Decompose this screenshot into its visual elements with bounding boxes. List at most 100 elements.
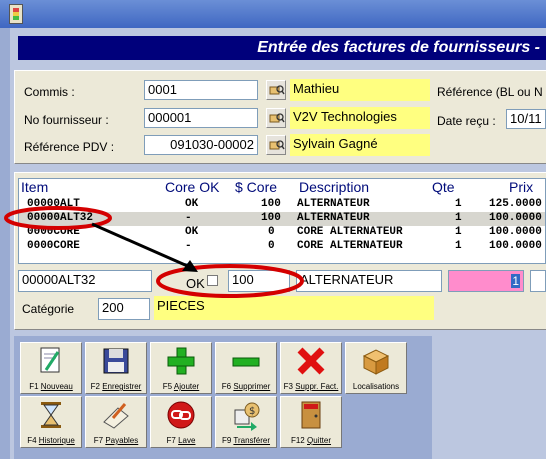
description-cell: CORE ALTERNATEUR [297,240,403,252]
toolbar-key: F5 [162,382,173,391]
edit-qte-value: 1 [511,274,520,288]
item-cell: 0000CORE [27,226,80,238]
core-cell: 0 [268,226,275,238]
table-row[interactable]: 0000CORE - 0 CORE ALTERNATEUR 1 100.0000 [19,240,545,254]
nouveau-button[interactable]: F1 Nouveau [20,342,82,394]
prix-cell: 100.0000 [489,212,542,224]
toolbar-label: Quitter [307,436,332,445]
item-cell: 00000ALT32 [27,212,94,224]
edit-prix-input[interactable] [530,270,546,292]
qte-cell: 1 [455,198,462,210]
core-ok-cell: - [185,212,192,224]
historique-button[interactable]: F4 Historique [20,396,82,448]
reference-label: Référence (BL ou N [437,85,543,99]
edit-core-ok-label: OK [186,276,205,291]
commis-input[interactable]: 0001 [144,80,258,100]
column-header-core[interactable]: $ Core [235,179,277,195]
core-ok-cell: - [185,240,192,252]
description-cell: ALTERNATEUR [297,198,370,210]
pen-paper-icon [103,403,129,429]
payables-button[interactable]: F7 Payables [85,396,147,448]
table-row[interactable]: 0000CORE OK 0 CORE ALTERNATEUR 1 100.000… [19,226,545,240]
edit-item-input[interactable]: 00000ALT32 [18,270,152,292]
toolbar-label: Localisations [352,382,400,391]
column-header-prix[interactable]: Prix [509,179,533,195]
item-cell: 0000CORE [27,240,80,252]
fournisseur-name: V2V Technologies [290,107,430,129]
transfer-icon: $ [234,402,260,431]
toolbar-label: Lave [178,436,196,445]
ref-pdv-name: Sylvain Gagné [290,134,430,156]
app-icon[interactable] [9,4,23,24]
fournisseur-label: No fournisseur : [24,113,109,127]
qte-cell: 1 [455,226,462,238]
column-header-core-ok[interactable]: Core OK [165,179,219,195]
core-ok-checkbox[interactable] [207,275,218,286]
plus-icon [167,347,195,375]
document-pen-icon [40,347,60,373]
items-grid[interactable]: Item Core OK $ Core Description Qte Prix… [18,178,546,264]
floppy-disk-icon [103,348,129,374]
date-recu-label: Date reçu : [437,114,496,128]
description-cell: CORE ALTERNATEUR [297,226,403,238]
toolbar-label: Payables [105,436,139,445]
core-cell: 100 [261,198,281,210]
edit-qte-input[interactable]: 1 [448,270,524,292]
column-header-item[interactable]: Item [21,179,48,195]
ref-pdv-input[interactable]: 091030-00002 [144,135,258,155]
exit-door-icon [301,401,321,429]
table-row-selected[interactable]: 00000ALT32 - 100 ALTERNATEUR 1 100.0000 [19,212,545,226]
window-frame-left [0,28,10,459]
fournisseur-input[interactable]: 000001 [144,108,258,128]
toolbar-key: F3 [283,382,293,391]
fournisseur-lookup-button[interactable] [266,108,286,128]
enregistrer-button[interactable]: F2 Enregistrer [85,342,147,394]
edit-core-input[interactable]: 100 [228,270,290,292]
column-header-description[interactable]: Description [299,179,369,195]
date-recu-input[interactable]: 10/11 [506,109,546,129]
transferer-button[interactable]: $ F9 Transférer [215,396,277,448]
toolbar-key: F9 [221,436,232,445]
toolbar-key: F7 [166,436,176,445]
toolbar-key: F4 [27,436,37,445]
toolbar-label: Ajouter [173,382,200,391]
toolbar-label: Supprimer [233,382,271,391]
window-titlebar [0,0,546,28]
ref-pdv-label: Référence PDV : [24,140,115,154]
lookup-icon [269,140,285,150]
lave-button[interactable]: F7 Lave [150,396,212,448]
commis-name: Mathieu [290,79,430,101]
description-cell: ALTERNATEUR [297,212,370,224]
toolbar-key: F2 [90,382,100,391]
supprimer-button[interactable]: F6 Supprimer [215,342,277,394]
hourglass-icon [41,402,61,428]
localisations-button[interactable]: Localisations [345,342,407,394]
prix-cell: 125.0000 [489,198,542,210]
core-cell: 0 [268,240,275,252]
item-cell: 00000ALT [27,198,80,210]
toolbar-label: Transférer [233,436,271,445]
edit-description-input[interactable]: ALTERNATEUR [296,270,442,292]
lookup-icon [269,113,285,123]
categorie-name: PIECES [154,296,434,320]
chain-link-icon [167,401,195,429]
ref-pdv-lookup-button[interactable] [266,135,286,155]
form-title: Entrée des factures de fournisseurs - [257,39,540,56]
commis-lookup-button[interactable] [266,80,286,100]
column-header-qte[interactable]: Qte [432,179,455,195]
categorie-code-input[interactable]: 200 [98,298,150,320]
qte-cell: 1 [455,240,462,252]
minus-icon [232,357,260,367]
quitter-button[interactable]: F12 Quitter [280,396,342,448]
commis-label: Commis : [24,85,75,99]
red-x-icon [297,347,325,375]
toolbar-key: F6 [221,382,232,391]
categorie-label: Catégorie [22,302,75,316]
core-ok-cell: OK [185,198,199,210]
toolbar-label: Enregistrer [102,382,142,391]
form-header-bar: Entrée des factures de fournisseurs - [18,36,546,60]
table-row[interactable]: 00000ALT OK 100 ALTERNATEUR 1 125.0000 [19,198,545,212]
ajouter-button[interactable]: F5 Ajouter [150,342,212,394]
suppr-fact-button[interactable]: F3 Suppr. Fact. [280,342,342,394]
prix-cell: 100.0000 [489,226,542,238]
